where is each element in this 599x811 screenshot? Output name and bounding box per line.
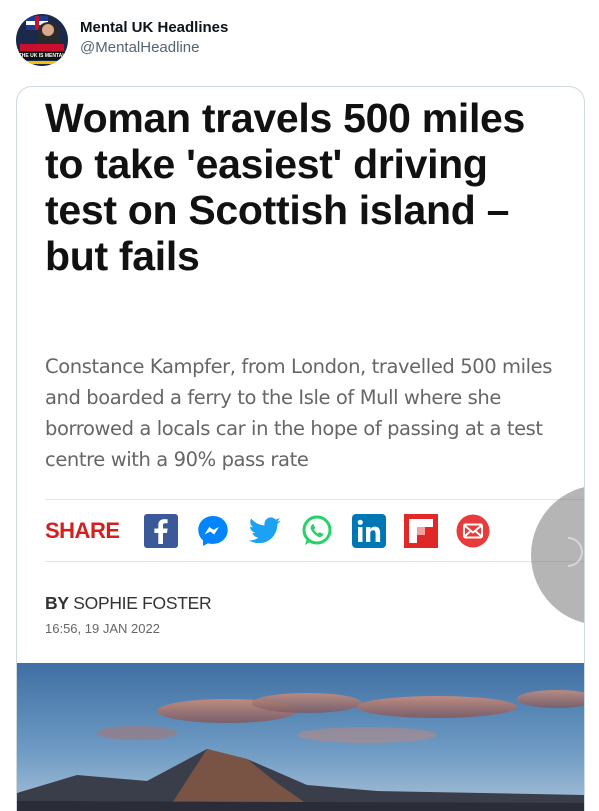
article-headline: Woman travels 500 miles to take 'easiest… — [45, 95, 526, 279]
article-summary: Constance Kampfer, from London, travelle… — [45, 355, 552, 471]
flipboard-icon[interactable] — [403, 514, 438, 548]
account-info: Mental UK Headlines @MentalHeadline — [80, 14, 228, 58]
whatsapp-icon[interactable] — [300, 514, 334, 548]
avatar[interactable]: THE UK IS MENTAL — [16, 14, 68, 66]
author-name[interactable]: SOPHIE FOSTER — [73, 593, 211, 613]
avatar-logo-text: THE UK IS MENTAL — [18, 53, 66, 59]
share-label: SHARE — [45, 518, 120, 543]
tweet-header: THE UK IS MENTAL Mental UK Headlines @Me… — [16, 14, 228, 66]
share-bar: SHARE — [45, 509, 508, 553]
email-icon[interactable] — [456, 514, 490, 548]
byline: BY SOPHIE FOSTER — [45, 593, 212, 614]
hero-image[interactable] — [17, 663, 584, 811]
loading-arc-icon — [546, 530, 584, 574]
byline-prefix: BY — [45, 593, 69, 613]
twitter-icon[interactable] — [248, 514, 282, 548]
divider — [45, 499, 584, 500]
messenger-icon[interactable] — [196, 514, 230, 548]
handle[interactable]: @MentalHeadline — [80, 38, 228, 58]
article-card[interactable]: Woman travels 500 miles to take 'easiest… — [16, 86, 585, 811]
facebook-icon[interactable] — [143, 514, 178, 548]
scroll-handle[interactable] — [531, 485, 584, 625]
display-name[interactable]: Mental UK Headlines — [80, 18, 228, 38]
linkedin-icon[interactable] — [351, 514, 386, 548]
publish-date: 16:56, 19 JAN 2022 — [45, 621, 160, 636]
divider — [45, 561, 584, 562]
